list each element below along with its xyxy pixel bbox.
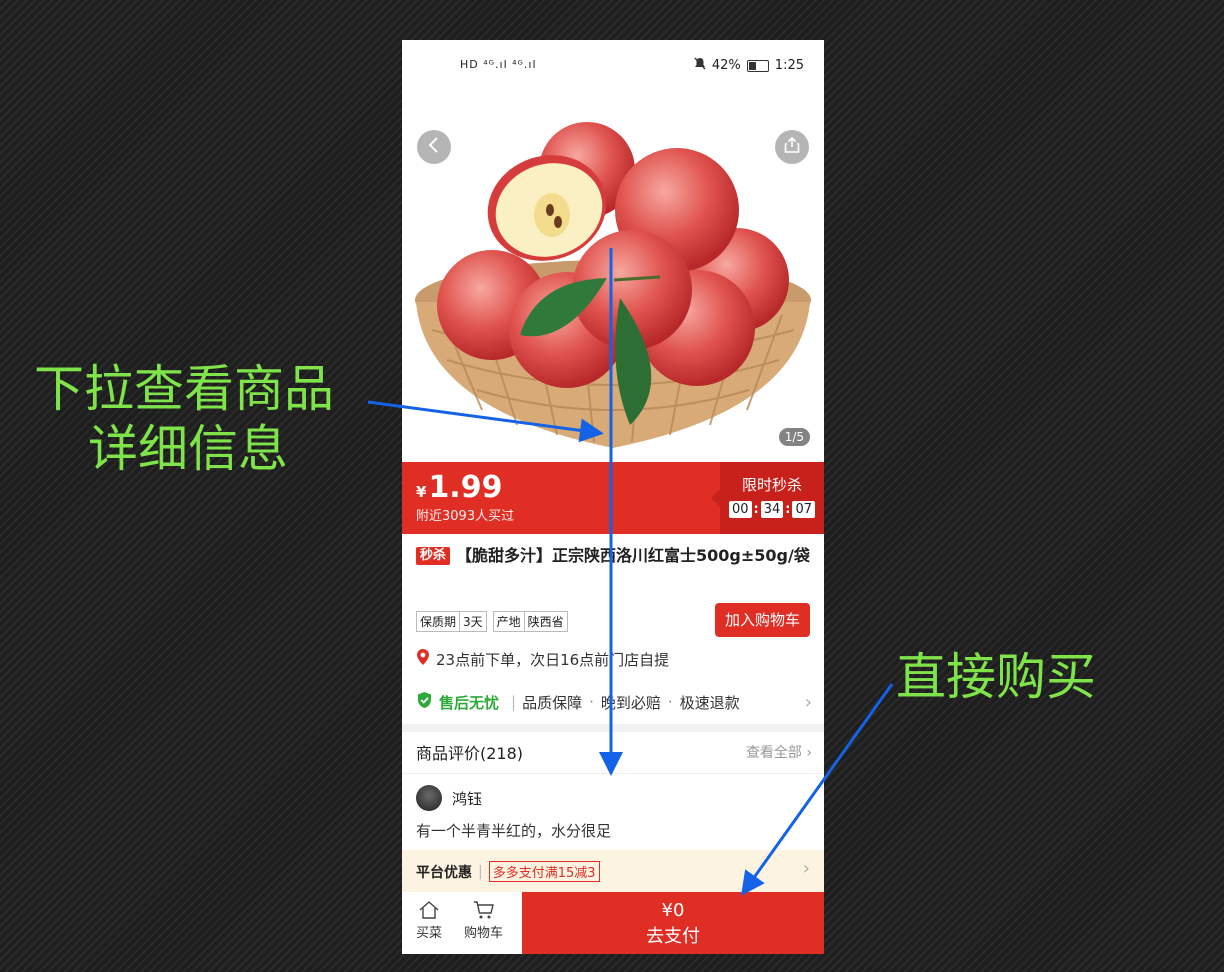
chevron-right-icon: › [804,691,812,713]
flash-sale-tag: 秒杀 [416,547,451,565]
flash-sale-box: 限时秒杀 00 : 34 : 07 [711,462,824,534]
battery-icon [746,59,769,72]
timer-colon: : [753,502,759,517]
timer-hours: 00 [728,501,752,518]
dot-separator: · [589,693,594,711]
dot-separator: · [667,693,673,711]
nav-home[interactable]: 买菜 [416,900,442,941]
cart-icon [464,900,503,922]
product-photo[interactable]: 1/5 [402,80,824,462]
nav-cart-label: 购物车 [464,926,504,941]
pickup-info: 23点前下单，次日16点前门店自提 [416,648,669,670]
annotation-scroll-line1: 下拉查看商品 [34,360,334,418]
phone-screen: HD ⁴ᴳ.ıl ⁴ᴳ.ıl 42% 1:25 1/5 ¥ 1.99 附近309… [402,40,824,954]
promo-content: 平台优惠 | 多多支付满15减3 [416,861,600,882]
clock: 1:25 [774,58,804,73]
product-title: 【脆甜多汁】正宗陕西洛川红富士500g±50g/袋 [456,546,810,565]
spec-list: 保质期 3天 产地 陕西省 [416,611,568,632]
after-sales-guarantee[interactable]: 售后无忧 | 品质保障 · 晚到必赔 · 极速退款 › [416,691,812,713]
countdown-timer: 00 : 34 : 07 [720,501,824,518]
pickup-text: 23点前下单，次日16点前门店自提 [436,650,670,669]
image-counter: 1/5 [778,428,810,446]
avatar [416,785,442,811]
bottom-bar: 买菜 购物车 ¥0 去支付 [402,892,824,954]
spec-label: 保质期 [420,615,457,629]
nav-cart[interactable]: 购物车 [464,900,503,941]
separator: | [478,863,483,880]
status-right: 42% 1:25 [694,57,804,74]
price: ¥ 1.99 [416,470,502,505]
signal-indicators: HD ⁴ᴳ.ıl ⁴ᴳ.ıl [460,58,537,71]
guarantee-item: 晚到必赔 [600,693,661,712]
share-icon [783,136,801,158]
price-value: 1.99 [428,470,503,505]
timer-minutes: 34 [760,501,784,518]
currency-symbol: ¥ [416,483,427,501]
chevron-left-icon [427,137,441,157]
location-pin-icon [416,648,430,670]
section-divider [402,724,824,732]
annotation-scroll-line2: 详细信息 [88,420,288,478]
spec-shelf-life: 保质期 3天 [416,611,487,632]
home-icon [416,900,442,922]
reviews-heading: 商品评价(218) [416,744,524,763]
timer-seconds: 07 [792,501,816,518]
nav-home-label: 买菜 [416,926,443,941]
guarantee-item: 品质保障 [522,693,583,712]
share-button[interactable] [775,130,809,164]
add-to-cart-button[interactable]: 加入购物车 [714,603,810,637]
price-bar: ¥ 1.99 附近3093人买过 限时秒杀 00 : 34 : 07 [402,462,824,534]
annotation-buy-now: 直接购买 [896,648,1096,706]
promo-tag: 多多支付满15减3 [488,861,600,882]
divider [402,773,824,774]
pay-amount: ¥0 [661,900,685,921]
checkout-button[interactable]: ¥0 去支付 [522,892,824,954]
product-title-row: 秒杀 【脆甜多汁】正宗陕西洛川红富士500g±50g/袋 [416,542,812,569]
guarantee-item: 极速退款 [679,693,740,712]
view-all-reviews-link[interactable]: 查看全部 › [746,742,812,762]
buyers-count: 附近3093人买过 [416,509,515,524]
chevron-right-icon: › [802,858,810,879]
flash-sale-title: 限时秒杀 [741,476,802,494]
spec-value: 3天 [459,612,486,631]
reviewer-name: 鸿钰 [452,789,483,808]
guarantee-title: 售后无忧 [439,693,500,712]
spec-value: 陕西省 [523,612,567,631]
view-all-label: 查看全部 [745,745,802,761]
platform-promo-bar[interactable]: 平台优惠 | 多多支付满15减3 › [402,850,824,892]
spec-label: 产地 [496,615,521,629]
timer-colon: : [785,502,791,517]
separator: | [511,693,517,711]
spec-origin: 产地 陕西省 [492,611,568,632]
shield-check-icon [416,691,433,713]
battery-percent: 42% [711,58,741,73]
review-author: 鸿钰 [416,785,482,811]
back-button[interactable] [417,130,451,164]
reviews-header: 商品评价(218) 查看全部 › [416,740,812,768]
mute-bell-icon [694,57,706,74]
promo-label: 平台优惠 [416,864,472,881]
pay-label: 去支付 [646,926,700,947]
review-text: 有一个半青半红的，水分很足 [416,822,612,840]
